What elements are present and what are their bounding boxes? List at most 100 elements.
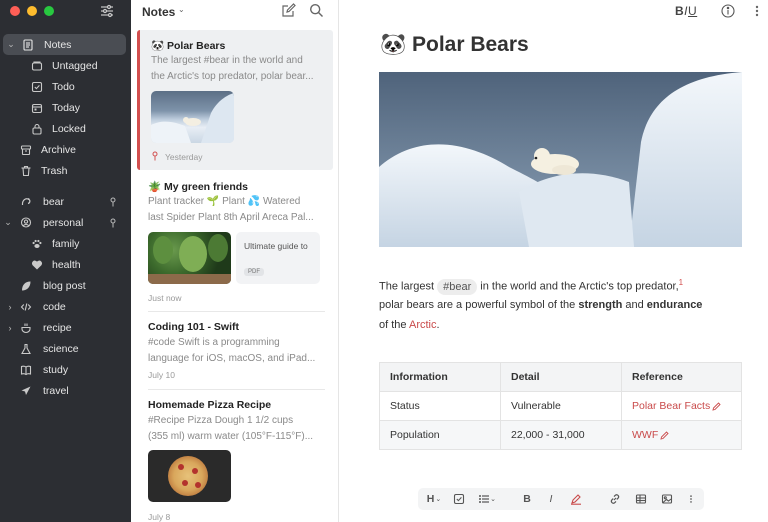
notes-icon bbox=[23, 38, 33, 51]
heading-button[interactable]: H ⌄ bbox=[424, 491, 444, 507]
compose-icon[interactable] bbox=[281, 3, 296, 18]
note-date: July 8 bbox=[148, 512, 171, 522]
pdf-attachment-title: Ultimate guide to bbox=[244, 241, 308, 251]
info-table[interactable]: Information Detail Reference Status Vuln… bbox=[379, 362, 742, 450]
search-icon[interactable] bbox=[309, 3, 324, 18]
paragraph-line-2: polar bears are a powerful symbol of the… bbox=[379, 299, 702, 311]
link-button[interactable] bbox=[608, 491, 622, 507]
tag-bear[interactable]: #bear bbox=[437, 278, 478, 295]
sidebar-filter-icon[interactable] bbox=[100, 4, 114, 18]
bold-label: B bbox=[523, 493, 531, 505]
reference-link[interactable]: WWF bbox=[632, 429, 658, 441]
note-title: Homemade Pizza Recipe bbox=[148, 399, 272, 411]
note-card-homemade-pizza-recipe[interactable]: Homemade Pizza Recipe #Recipe Pizza Doug… bbox=[137, 392, 333, 522]
table-cell[interactable]: Status bbox=[379, 391, 501, 421]
chevron-down-icon[interactable]: ⌄ bbox=[6, 39, 16, 50]
image-button[interactable] bbox=[660, 491, 674, 507]
bold-button[interactable]: B bbox=[521, 491, 533, 507]
text-run: of the bbox=[379, 319, 409, 331]
untagged-icon bbox=[31, 60, 43, 71]
personal-tag-icon bbox=[20, 216, 32, 228]
sidebar-item-notes[interactable]: ⌄ Notes bbox=[3, 34, 126, 55]
text-format-button[interactable]: BIU bbox=[675, 4, 697, 18]
reference-link[interactable]: Polar Bear Facts bbox=[632, 400, 710, 412]
sidebar-item-blog-post[interactable]: blog post bbox=[0, 275, 131, 296]
trash-icon bbox=[21, 165, 31, 176]
table-cell[interactable]: Polar Bear Facts bbox=[621, 391, 742, 421]
formatting-toolbar: H ⌄ ⌄ B I bbox=[418, 488, 704, 510]
sidebar-item-travel[interactable]: travel bbox=[0, 380, 131, 401]
sidebar-item-label: bear bbox=[43, 195, 65, 208]
sidebar-item-personal[interactable]: ⌄ personal bbox=[0, 212, 131, 233]
table-icon bbox=[635, 494, 647, 504]
minimize-window-button[interactable] bbox=[27, 6, 37, 16]
table-cell[interactable]: WWF bbox=[621, 420, 742, 450]
sidebar-item-archive[interactable]: Archive bbox=[0, 139, 131, 160]
sidebar-item-label: Notes bbox=[44, 38, 72, 51]
note-title-heading[interactable]: 🐼 Polar Bears bbox=[380, 33, 529, 57]
sidebar-item-label: blog post bbox=[43, 279, 86, 292]
pdf-badge: PDF bbox=[244, 268, 264, 276]
chevron-down-icon[interactable]: ⌄ bbox=[178, 5, 185, 14]
note-preview: #code Swift is a programming language fo… bbox=[148, 335, 324, 367]
italic-button[interactable]: I bbox=[545, 491, 557, 507]
table-cell[interactable]: 22,000 - 31,000 bbox=[500, 420, 622, 450]
paragraph-line-1: The largest #bear in the world and the A… bbox=[379, 278, 683, 295]
table-header-cell[interactable]: Detail bbox=[500, 362, 622, 392]
chevron-right-icon[interactable]: › bbox=[5, 323, 15, 333]
highlight-button[interactable] bbox=[569, 491, 583, 507]
checkbox-button[interactable] bbox=[452, 491, 466, 507]
sidebar-item-label: personal bbox=[43, 216, 84, 229]
sidebar-item-untagged[interactable]: Untagged bbox=[0, 55, 131, 76]
highlighter-icon bbox=[571, 494, 581, 505]
note-card-my-green-friends[interactable]: 🪴 My green friends Plant tracker 🌱 Plant… bbox=[137, 172, 333, 310]
table-header-cell[interactable]: Reference bbox=[621, 362, 742, 392]
note-card-polar-bears[interactable]: 🐼 Polar Bears The largest #bear in the w… bbox=[137, 30, 333, 170]
table-cell[interactable]: Vulnerable bbox=[500, 391, 622, 421]
more-options-icon[interactable] bbox=[753, 3, 761, 19]
plane-icon bbox=[21, 386, 31, 395]
note-card-coding-101-swift[interactable]: Coding 101 - Swift #code Swift is a prog… bbox=[137, 314, 333, 388]
polar-bear-image[interactable] bbox=[379, 72, 742, 247]
sidebar-item-bear[interactable]: bear bbox=[0, 191, 131, 212]
info-icon[interactable] bbox=[721, 4, 735, 18]
close-window-button[interactable] bbox=[10, 6, 20, 16]
sidebar-item-label: health bbox=[52, 258, 81, 271]
sidebar-item-today[interactable]: Today bbox=[0, 97, 131, 118]
sidebar-item-locked[interactable]: Locked bbox=[0, 118, 131, 139]
toolbar-more-button[interactable] bbox=[686, 491, 696, 507]
sidebar-item-trash[interactable]: Trash bbox=[0, 160, 131, 181]
sidebar-item-recipe[interactable]: › recipe bbox=[0, 317, 131, 338]
sidebar-item-study[interactable]: study bbox=[0, 359, 131, 380]
sidebar-item-label: Untagged bbox=[52, 59, 98, 72]
table-cell[interactable]: Population bbox=[379, 420, 501, 450]
sidebar-item-label: Archive bbox=[41, 143, 77, 156]
sidebar-item-science[interactable]: science bbox=[0, 338, 131, 359]
sidebar-item-code[interactable]: › code bbox=[0, 296, 131, 317]
bold-text: endurance bbox=[646, 299, 703, 311]
chevron-down-icon[interactable]: ⌄ bbox=[3, 217, 13, 228]
chevron-right-icon[interactable]: › bbox=[5, 302, 15, 312]
sidebar-item-todo[interactable]: Todo bbox=[0, 76, 131, 97]
arctic-link[interactable]: Arctic bbox=[409, 319, 437, 331]
note-preview: The largest #bear in the world and the A… bbox=[151, 53, 327, 85]
sidebar: ⌄ Notes Untagged Todo Today Locked Archi… bbox=[0, 0, 131, 522]
footnote-link[interactable]: 1 bbox=[679, 278, 683, 287]
note-preview-line: (355 ml) warm water (105°F-115°F)... bbox=[148, 431, 314, 442]
pdf-attachment[interactable]: Ultimate guide to PDF bbox=[236, 232, 320, 284]
pencil-icon bbox=[660, 431, 669, 440]
sidebar-item-label: Todo bbox=[52, 80, 75, 93]
table-header-cell[interactable]: Information bbox=[379, 362, 501, 392]
pin-icon bbox=[110, 218, 116, 227]
sidebar-item-health[interactable]: health bbox=[0, 254, 131, 275]
sidebar-item-family[interactable]: family bbox=[0, 233, 131, 254]
zoom-window-button[interactable] bbox=[44, 6, 54, 16]
note-thumbnail bbox=[148, 450, 231, 502]
list-button[interactable]: ⌄ bbox=[476, 491, 498, 507]
pencil-icon bbox=[712, 402, 721, 411]
note-list-title[interactable]: Notes bbox=[142, 5, 175, 19]
table-button[interactable] bbox=[634, 491, 648, 507]
text-run: . bbox=[436, 319, 440, 331]
heart-icon bbox=[31, 260, 43, 269]
link-icon bbox=[610, 494, 620, 504]
